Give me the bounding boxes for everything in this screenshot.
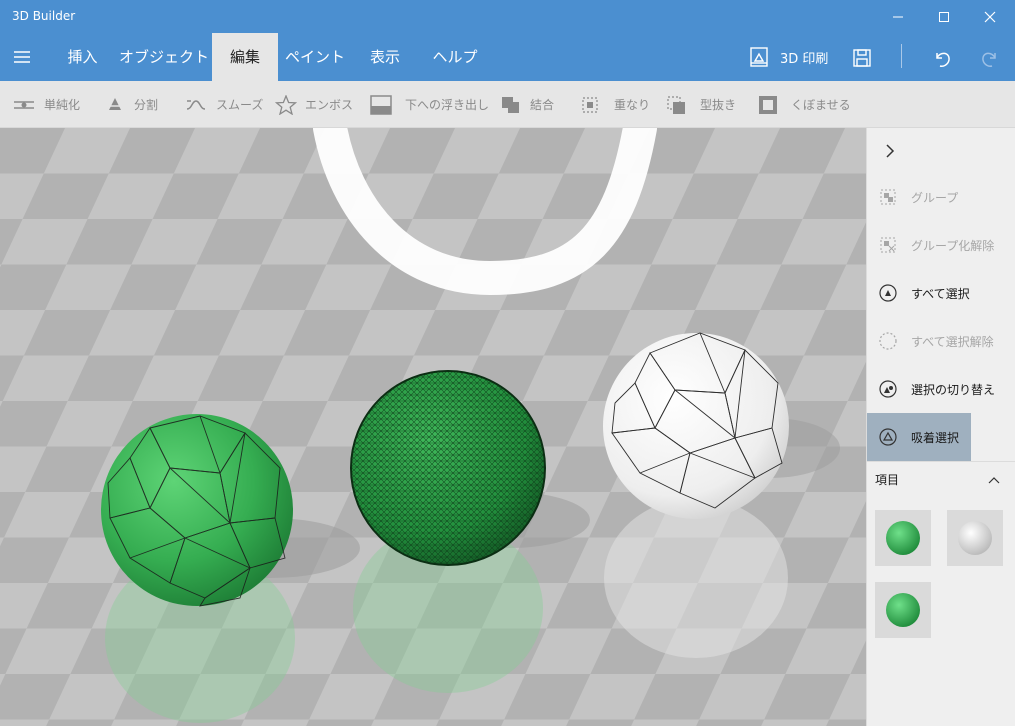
redo-icon: [982, 52, 996, 67]
select-all-icon: [877, 282, 899, 304]
merge-icon: [502, 96, 519, 113]
group-icon: [877, 186, 899, 208]
save-icon: [853, 49, 871, 67]
tab-help[interactable]: ヘルプ: [424, 33, 486, 81]
invert-selection-icon: [877, 378, 899, 400]
chevron-right-icon: [886, 144, 895, 158]
items-collapse-button[interactable]: [985, 472, 1003, 486]
items-section-title: 項目: [875, 473, 900, 487]
smooth-icon: [186, 99, 206, 110]
tab-view[interactable]: 表示: [356, 33, 414, 81]
invert-selection-button[interactable]: 選択の切り替え: [867, 365, 1015, 413]
extrude-down-icon: [370, 94, 392, 115]
intersect-icon: [582, 96, 598, 113]
maximize-icon: [939, 11, 949, 22]
ungroup-button[interactable]: グループ化解除: [867, 221, 1015, 269]
item-thumbnail[interactable]: [947, 510, 1003, 566]
select-all-button[interactable]: すべて選択: [867, 269, 1015, 317]
snap-selection-button[interactable]: 吸着選択: [867, 413, 971, 461]
snap-selection-icon: [877, 426, 899, 448]
maximize-button[interactable]: [921, 0, 967, 33]
green-sphere-thumbnail: [886, 593, 920, 627]
white-faceted-sphere[interactable]: [603, 332, 789, 519]
deselect-all-icon: [877, 330, 899, 352]
minimize-button[interactable]: [875, 0, 921, 33]
split-button[interactable]: 分割: [104, 81, 158, 128]
white-sphere-thumbnail: [958, 521, 992, 555]
extrude-down-button[interactable]: 下への浮き出し: [369, 81, 489, 128]
merge-button[interactable]: 結合: [500, 81, 554, 128]
undo-icon: [936, 52, 950, 67]
toolbar-separator: [901, 44, 902, 68]
subtract-button[interactable]: 型抜き: [666, 81, 736, 128]
menu-bar: 挿入 オブジェクト 編集 ペイント 表示 ヘルプ 3D 印刷: [0, 33, 1015, 81]
panel-divider: [867, 461, 1015, 462]
tab-object[interactable]: オブジェクト: [118, 33, 210, 81]
tab-insert[interactable]: 挿入: [55, 33, 110, 81]
group-button[interactable]: グループ: [867, 173, 1015, 221]
print-3d-label: 3D 印刷: [780, 51, 829, 67]
chevron-up-icon: [988, 477, 1000, 484]
emboss-button[interactable]: エンボス: [275, 81, 353, 128]
intersect-button[interactable]: 重なり: [580, 81, 650, 128]
item-thumbnail[interactable]: [875, 510, 931, 566]
redo-button[interactable]: [977, 45, 1003, 71]
undo-button[interactable]: [929, 45, 955, 71]
save-button[interactable]: [849, 45, 875, 71]
green-sphere-thumbnail: [886, 521, 920, 555]
split-icon: [107, 97, 123, 110]
emboss-star-icon: [275, 94, 297, 115]
title-bar: 3D Builder: [0, 0, 1015, 33]
item-thumbnail[interactable]: [875, 582, 931, 638]
tab-paint[interactable]: ペイント: [284, 33, 346, 81]
green-dense-mesh-sphere[interactable]: [350, 370, 546, 567]
side-panel: グループ グループ化解除 すべて選択 すべて選択解除 選択の切り替え 吸着選択 …: [866, 128, 1015, 726]
close-icon: [984, 11, 996, 22]
hamburger-icon: [14, 51, 30, 63]
printer-3d-icon: [750, 47, 768, 67]
print-3d-button[interactable]: 3D 印刷: [748, 45, 828, 69]
hamburger-menu-button[interactable]: [10, 47, 34, 67]
green-faceted-sphere[interactable]: [101, 414, 293, 607]
simplify-icon: [14, 100, 34, 109]
simplify-button[interactable]: 単純化: [12, 81, 80, 128]
ungroup-icon: [877, 234, 899, 256]
tab-edit[interactable]: 編集: [212, 33, 278, 81]
collapse-panel-button[interactable]: [877, 138, 903, 164]
hollow-button[interactable]: くぼませる: [757, 81, 851, 128]
app-title: 3D Builder: [12, 9, 76, 23]
close-button[interactable]: [967, 0, 1013, 33]
deselect-all-button[interactable]: すべて選択解除: [867, 317, 1015, 365]
scene-canvas: [0, 128, 866, 726]
hollow-icon: [759, 95, 777, 114]
minimize-icon: [893, 16, 903, 17]
subtract-icon: [667, 95, 685, 114]
smooth-button[interactable]: スムーズ: [184, 81, 263, 128]
edit-toolbar: 単純化 分割 スムーズ エンボス 下への浮き出し 結合 重なり 型抜き くぼませ…: [0, 81, 1015, 128]
3d-viewport[interactable]: [0, 128, 866, 726]
